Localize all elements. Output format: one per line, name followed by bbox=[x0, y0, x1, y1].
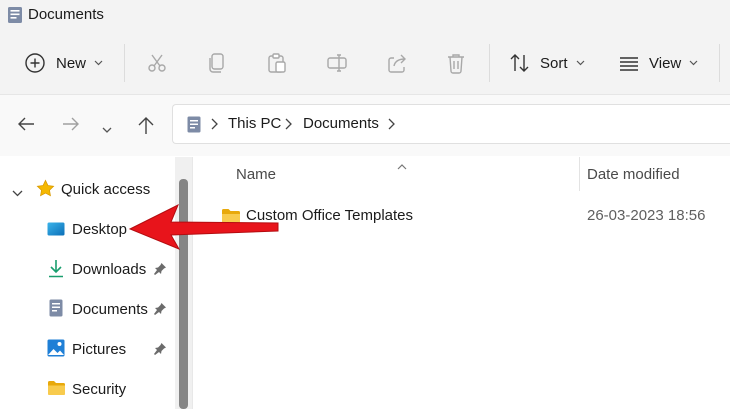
nav-item-label: Documents bbox=[72, 301, 148, 318]
share-button[interactable] bbox=[386, 46, 408, 80]
trash-icon bbox=[445, 52, 467, 74]
breadcrumb-chevron-icon bbox=[211, 117, 218, 135]
delete-button[interactable] bbox=[445, 46, 467, 80]
nav-item-label: Desktop bbox=[72, 221, 128, 238]
recent-locations-chevron-icon[interactable] bbox=[102, 121, 112, 139]
address-row: This PC Documents bbox=[0, 94, 730, 156]
file-list: Name Date modified Custom Office Templat… bbox=[193, 157, 730, 409]
nav-item-label: Downloads bbox=[72, 261, 147, 278]
column-header-label: Name bbox=[236, 166, 277, 183]
nav-item-label: Quick access bbox=[61, 181, 151, 198]
forward-arrow-icon[interactable] bbox=[61, 115, 81, 138]
pin-icon[interactable] bbox=[153, 342, 167, 361]
up-arrow-icon[interactable] bbox=[136, 115, 156, 140]
chevron-down-icon bbox=[689, 60, 698, 66]
red-annotation-arrow-icon bbox=[128, 204, 279, 250]
back-arrow-icon[interactable] bbox=[16, 115, 36, 138]
rename-icon bbox=[326, 52, 348, 74]
new-button-label: New bbox=[56, 54, 87, 72]
toolbar-separator bbox=[719, 44, 720, 82]
pin-icon[interactable] bbox=[153, 262, 167, 281]
sort-icon bbox=[509, 52, 531, 74]
column-header-date-modified[interactable]: Date modified bbox=[580, 157, 730, 195]
nav-item-label: Security bbox=[72, 381, 127, 398]
chevron-down-icon bbox=[576, 60, 585, 66]
chevron-down-icon bbox=[94, 60, 103, 66]
desktop-icon bbox=[47, 222, 65, 241]
command-bar: New Sort View bbox=[0, 32, 730, 94]
copy-icon bbox=[206, 52, 228, 74]
paste-icon bbox=[266, 52, 288, 74]
title-bar: Documents bbox=[0, 0, 730, 32]
new-button[interactable]: New bbox=[24, 46, 103, 80]
nav-item-pictures[interactable]: Pictures bbox=[0, 331, 175, 367]
breadcrumb-this-pc[interactable]: This PC bbox=[228, 115, 281, 132]
navigation-pane: Quick access Desktop Downloads Documents… bbox=[0, 157, 193, 409]
copy-button[interactable] bbox=[206, 46, 228, 80]
file-date-modified: 26-03-2023 18:56 bbox=[587, 207, 706, 224]
cut-button[interactable] bbox=[146, 46, 168, 80]
nav-item-quick-access[interactable]: Quick access bbox=[0, 171, 175, 207]
document-icon bbox=[49, 299, 63, 322]
download-icon bbox=[48, 259, 64, 283]
breadcrumb-chevron-icon bbox=[285, 117, 292, 135]
document-icon bbox=[187, 116, 201, 138]
pictures-icon bbox=[47, 339, 65, 362]
pin-icon[interactable] bbox=[153, 302, 167, 321]
toolbar-separator bbox=[489, 44, 490, 82]
document-icon bbox=[7, 6, 23, 29]
paste-button[interactable] bbox=[266, 46, 288, 80]
folder-icon bbox=[47, 380, 66, 401]
share-icon bbox=[386, 52, 408, 74]
nav-item-documents[interactable]: Documents bbox=[0, 291, 175, 327]
sort-button-label: Sort bbox=[540, 54, 568, 72]
view-button[interactable]: View bbox=[618, 46, 698, 80]
nav-item-security[interactable]: Security bbox=[0, 371, 175, 407]
column-header-name[interactable]: Name bbox=[193, 157, 579, 195]
sort-button[interactable]: Sort bbox=[509, 46, 585, 80]
breadcrumb-documents[interactable]: Documents bbox=[303, 115, 379, 132]
rename-button[interactable] bbox=[326, 46, 348, 80]
window-title: Documents bbox=[28, 6, 104, 23]
column-header-label: Date modified bbox=[587, 166, 680, 183]
chevron-down-icon bbox=[12, 184, 23, 202]
nav-item-label: Pictures bbox=[72, 341, 127, 358]
plus-circle-icon bbox=[24, 52, 46, 74]
nav-item-downloads[interactable]: Downloads bbox=[0, 251, 175, 287]
toolbar-separator bbox=[124, 44, 125, 82]
star-icon bbox=[36, 179, 55, 203]
scissors-icon bbox=[146, 52, 168, 74]
breadcrumb-chevron-icon bbox=[388, 117, 395, 135]
view-button-label: View bbox=[649, 54, 682, 72]
address-bar[interactable]: This PC Documents bbox=[172, 104, 730, 144]
view-icon bbox=[618, 52, 640, 74]
